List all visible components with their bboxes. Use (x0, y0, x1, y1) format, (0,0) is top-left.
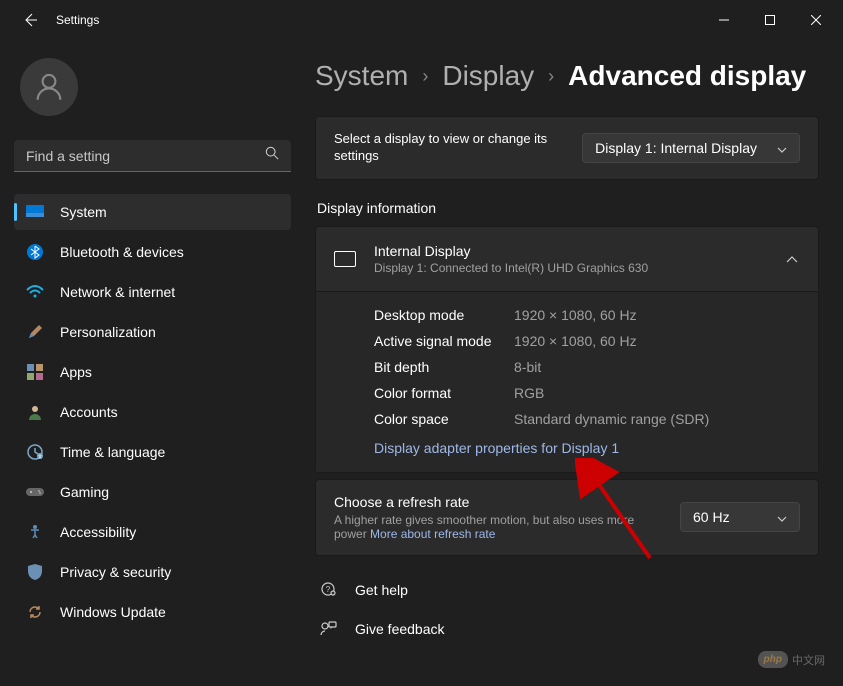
search-box[interactable] (14, 140, 291, 172)
prop-color-format: Color formatRGB (374, 380, 800, 406)
prop-color-space: Color spaceStandard dynamic range (SDR) (374, 406, 800, 432)
search-input[interactable] (26, 148, 265, 164)
sidebar-item-label: Windows Update (60, 604, 166, 620)
sidebar-item-label: System (60, 204, 107, 220)
prop-desktop-mode: Desktop mode1920 × 1080, 60 Hz (374, 302, 800, 328)
sidebar-item-label: Personalization (60, 324, 156, 340)
update-icon (26, 603, 44, 621)
sidebar-item-label: Privacy & security (60, 564, 171, 580)
display-selector-label: Select a display to view or change its s… (334, 131, 582, 165)
close-button[interactable] (793, 4, 839, 36)
clock-icon: 文 (26, 443, 44, 461)
sidebar-item-bluetooth[interactable]: Bluetooth & devices (14, 234, 291, 270)
apps-icon (26, 363, 44, 381)
window-title: Settings (56, 13, 99, 27)
back-button[interactable] (22, 12, 38, 28)
brush-icon (26, 323, 44, 341)
maximize-button[interactable] (747, 4, 793, 36)
sidebar-item-time[interactable]: 文 Time & language (14, 434, 291, 470)
sidebar-item-label: Accessibility (60, 524, 136, 540)
sidebar-item-gaming[interactable]: Gaming (14, 474, 291, 510)
chevron-right-icon: › (548, 66, 554, 87)
display-sub: Display 1: Connected to Intel(R) UHD Gra… (374, 261, 648, 275)
sidebar-item-update[interactable]: Windows Update (14, 594, 291, 630)
search-icon (265, 146, 279, 165)
accessibility-icon (26, 523, 44, 541)
svg-text:文: 文 (38, 453, 42, 459)
chevron-right-icon: › (422, 66, 428, 87)
page-title: Advanced display (568, 60, 806, 92)
chevron-up-icon (786, 250, 798, 268)
sidebar-item-label: Network & internet (60, 284, 175, 300)
breadcrumb: System › Display › Advanced display (315, 60, 819, 92)
prop-signal-mode: Active signal mode1920 × 1080, 60 Hz (374, 328, 800, 354)
gamepad-icon (26, 483, 44, 501)
help-icon: ? (319, 580, 337, 601)
refresh-sub: A higher rate gives smoother motion, but… (334, 513, 664, 541)
sidebar-item-label: Apps (60, 364, 92, 380)
system-icon (26, 203, 44, 221)
section-title: Display information (317, 200, 819, 216)
give-feedback-link[interactable]: Give feedback (315, 619, 819, 640)
sidebar-item-accessibility[interactable]: Accessibility (14, 514, 291, 550)
breadcrumb-system[interactable]: System (315, 60, 408, 92)
wifi-icon (26, 283, 44, 301)
display-info-header[interactable]: Internal Display Display 1: Connected to… (316, 227, 818, 291)
display-name: Internal Display (374, 243, 648, 259)
monitor-icon (334, 251, 356, 267)
get-help-link[interactable]: ? Get help (315, 580, 819, 601)
sidebar-item-network[interactable]: Network & internet (14, 274, 291, 310)
sidebar-item-personalization[interactable]: Personalization (14, 314, 291, 350)
prop-bit-depth: Bit depth8-bit (374, 354, 800, 380)
feedback-icon (319, 619, 337, 640)
breadcrumb-display[interactable]: Display (442, 60, 534, 92)
shield-icon (26, 563, 44, 581)
adapter-properties-link[interactable]: Display adapter properties for Display 1 (374, 432, 800, 456)
sidebar-item-label: Bluetooth & devices (60, 244, 184, 260)
sidebar-item-label: Gaming (60, 484, 109, 500)
refresh-more-link[interactable]: More about refresh rate (370, 527, 495, 541)
sidebar-item-privacy[interactable]: Privacy & security (14, 554, 291, 590)
refresh-rate-dropdown[interactable]: 60 Hz (680, 502, 800, 532)
chevron-down-icon (777, 509, 787, 525)
watermark: php 中文网 (758, 651, 825, 668)
sidebar-item-system[interactable]: System (14, 194, 291, 230)
svg-text:?: ? (326, 585, 331, 594)
avatar[interactable] (20, 58, 78, 116)
chevron-down-icon (777, 140, 787, 156)
sidebar-item-accounts[interactable]: Accounts (14, 394, 291, 430)
minimize-button[interactable] (701, 4, 747, 36)
bluetooth-icon (26, 243, 44, 261)
sidebar-item-label: Accounts (60, 404, 118, 420)
refresh-title: Choose a refresh rate (334, 494, 664, 510)
sidebar-item-apps[interactable]: Apps (14, 354, 291, 390)
display-selector-dropdown[interactable]: Display 1: Internal Display (582, 133, 800, 163)
sidebar-item-label: Time & language (60, 444, 165, 460)
person-icon (26, 403, 44, 421)
